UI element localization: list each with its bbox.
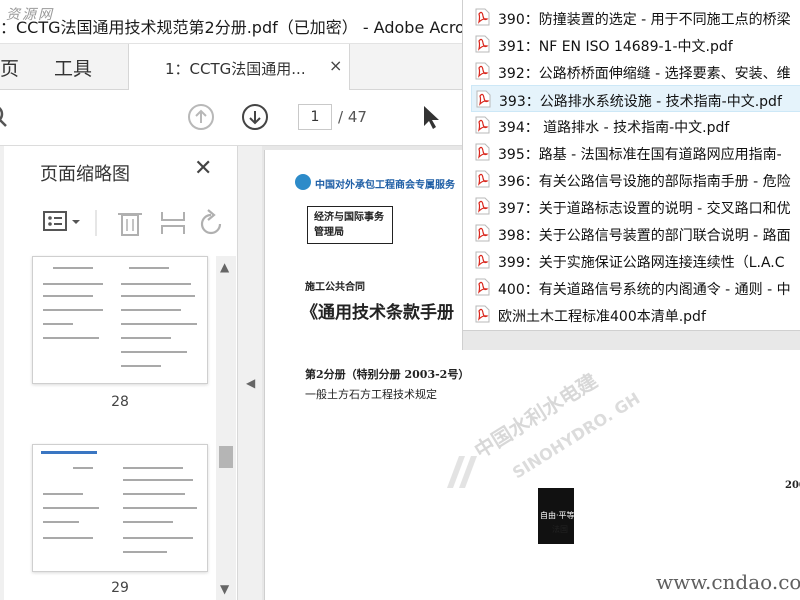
page-number-input[interactable]: 1 (298, 104, 332, 130)
pdf-file-icon (475, 35, 490, 53)
tab-document-label: 1：CCTG法国通用... (165, 60, 306, 78)
logo-motto: 自由·平等·博爱 (540, 511, 594, 520)
document-subtitle: 一般土方石方工程技术规定 (305, 388, 437, 401)
thumbnail-toolbar (43, 209, 222, 236)
extract-page-icon[interactable] (161, 212, 185, 234)
document-year: 200 (785, 480, 800, 491)
page-total: / 47 (338, 108, 367, 126)
file-name: 399：关于实施保证公路网连接连续性（L.A.C (498, 255, 785, 271)
file-row[interactable]: 397：关于道路标志设置的说明 - 交叉路口和优 (471, 193, 800, 220)
pdf-file-icon (475, 143, 490, 161)
contract-label: 施工公共合同 (305, 282, 365, 293)
watermark-emblem-icon (447, 456, 477, 488)
collapse-panel-icon[interactable]: ◀ (246, 376, 255, 390)
file-row[interactable]: 390：防撞装置的选定 - 用于不同施工点的桥梁 (471, 4, 800, 31)
delete-page-icon[interactable] (118, 213, 142, 236)
file-row[interactable]: 391：NF EN ISO 14689-1-中文.pdf (471, 31, 800, 58)
file-row[interactable]: 399：关于实施保证公路网连接连续性（L.A.C (471, 247, 800, 274)
file-name: 391：NF EN ISO 14689-1-中文.pdf (498, 39, 733, 55)
previous-page-icon[interactable] (186, 102, 216, 132)
close-icon[interactable]: × (329, 56, 342, 75)
thumbnail-page-number: 28 (111, 394, 129, 410)
file-row[interactable]: 398：关于公路信号装置的部门联合说明 - 路面 (471, 220, 800, 247)
select-cursor-icon[interactable] (416, 102, 446, 132)
pdf-file-icon (475, 305, 490, 323)
chamber-logo-icon (295, 174, 311, 190)
file-row[interactable]: 欧洲土木工程标准400本清单.pdf (471, 301, 800, 328)
file-name: 392：公路桥桥面伸缩缝 - 选择要素、安装、维 (498, 66, 791, 82)
thumbnail-scrollbar[interactable]: ▲ ▼ (216, 256, 236, 600)
file-name: 397：关于道路标志设置的说明 - 交叉路口和优 (498, 201, 791, 217)
document-volume: 第2分册（特别分册 2003-2号） (305, 368, 470, 381)
tab-tools[interactable]: 工具 (54, 54, 92, 81)
search-icon[interactable] (0, 102, 16, 132)
page-thumbnail-29[interactable] (32, 444, 208, 572)
file-name: 390：防撞装置的选定 - 用于不同施工点的桥梁 (498, 12, 791, 28)
scroll-up-icon[interactable]: ▲ (220, 260, 229, 274)
thumbnail-panel-title: 页面缩略图 (40, 164, 130, 185)
tab-document[interactable]: 1：CCTG法国通用... × (128, 44, 350, 90)
file-name: 欧洲土木工程标准400本清单.pdf (498, 309, 706, 325)
file-row[interactable]: 395：路基 - 法国标准在国有道路网应用指南- (471, 139, 800, 166)
close-panel-icon[interactable]: ✕ (194, 156, 212, 181)
site-watermark-top: 资源网 (6, 7, 54, 23)
thumbnail-page-number: 29 (111, 580, 129, 596)
logo-caption: 法国 (552, 525, 568, 534)
scrollbar-thumb[interactable] (219, 446, 233, 468)
file-name: 394： 道路排水 - 技术指南-中文.pdf (498, 120, 730, 136)
file-name: 398：关于公路信号装置的部门联合说明 - 路面 (498, 228, 791, 244)
pdf-file-icon (475, 278, 490, 296)
pdf-file-icon (475, 62, 490, 80)
page-thumbnail-28[interactable] (32, 256, 208, 384)
pdf-file-icon (475, 197, 490, 215)
document-header: 中国对外承包工程商会专属服务 (315, 180, 455, 191)
file-explorer: 390：防撞装置的选定 - 用于不同施工点的桥梁 391：NF EN ISO 14… (462, 0, 800, 350)
next-page-icon[interactable] (240, 102, 270, 132)
options-menu-icon[interactable] (43, 211, 80, 231)
file-name: 400：有关道路信号系统的内阁通令 - 通则 - 中 (498, 282, 791, 298)
file-row[interactable]: 400：有关道路信号系统的内阁通令 - 通则 - 中 (471, 274, 800, 301)
file-row[interactable]: 392：公路桥桥面伸缩缝 - 选择要素、安装、维 (471, 58, 800, 85)
tab-home[interactable]: 页 (0, 54, 19, 81)
scroll-down-icon[interactable]: ▼ (220, 582, 229, 596)
pdf-file-icon (475, 116, 490, 134)
file-row[interactable]: 393：公路排水系统设施 - 技术指南-中文.pdf (471, 85, 800, 112)
file-name: 393：公路排水系统设施 - 技术指南-中文.pdf (499, 94, 782, 110)
pdf-file-icon (475, 170, 490, 188)
window-title: ：CCTG法国通用技术规范第2分册.pdf（已加密） - Adobe Acrob (0, 18, 476, 37)
pdf-file-icon (475, 251, 490, 269)
site-watermark: www.cndao.com (656, 570, 800, 594)
file-row[interactable]: 396：有关公路信号设施的部际指南手册 - 危险 (471, 166, 800, 193)
document-issuer-box: 经济与国际事务管理局 (307, 206, 393, 244)
file-name: 395：路基 - 法国标准在国有道路网应用指南- (498, 147, 782, 163)
pdf-file-icon (476, 90, 491, 108)
file-row[interactable]: 394： 道路排水 - 技术指南-中文.pdf (471, 112, 800, 139)
rotate-page-icon[interactable] (200, 209, 222, 235)
document-main-title: 《通用技术条款手册 (301, 303, 454, 323)
pdf-file-icon (475, 224, 490, 242)
file-name: 396：有关公路信号设施的部际指南手册 - 危险 (498, 174, 791, 190)
explorer-scroll-strip[interactable] (463, 330, 800, 350)
pdf-file-icon (475, 8, 490, 26)
